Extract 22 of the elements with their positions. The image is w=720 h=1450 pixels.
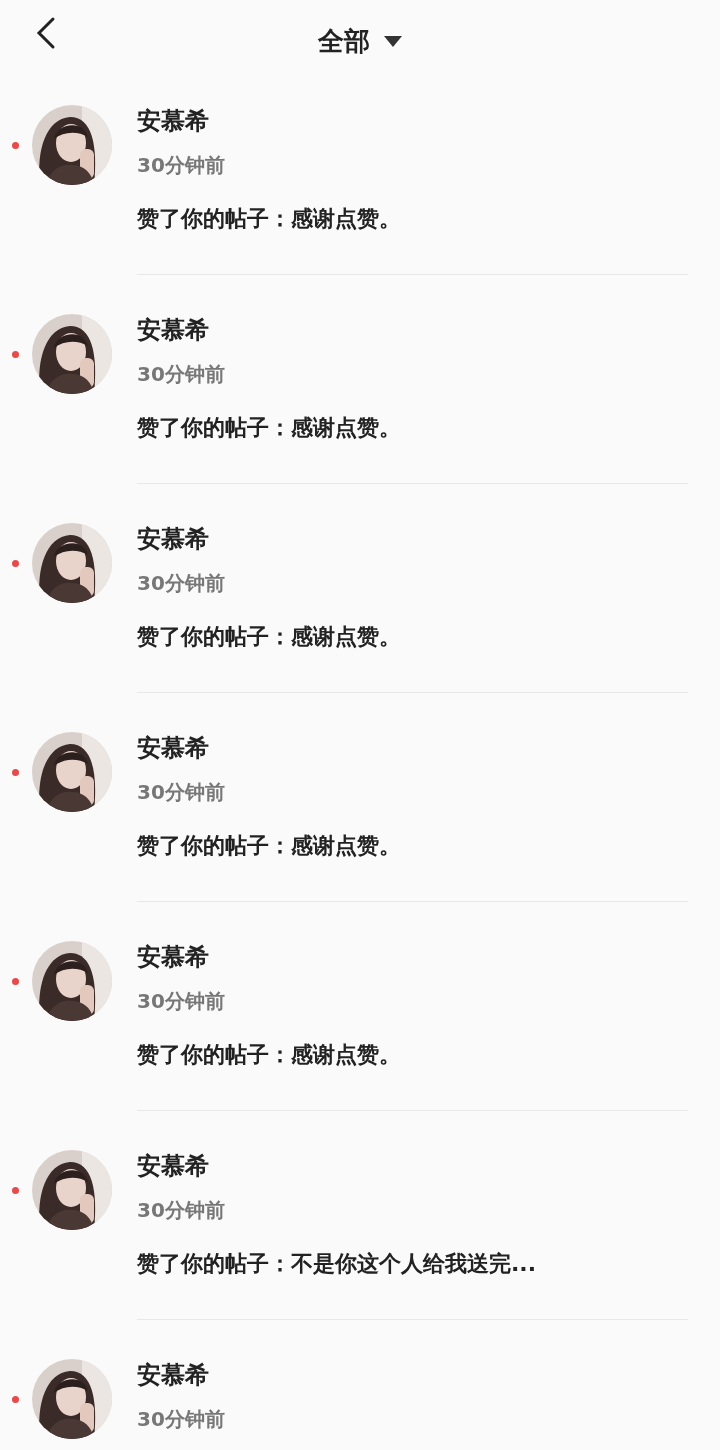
user-name: 安慕希 <box>137 315 210 346</box>
user-name: 安慕希 <box>137 733 210 764</box>
user-name: 安慕希 <box>137 524 210 555</box>
notification-text: 赞了你的帖子：感谢点赞。 <box>137 205 402 233</box>
timestamp: 30分钟前 <box>137 361 226 388</box>
user-name: 安慕希 <box>137 1151 210 1182</box>
user-name: 安慕希 <box>137 1360 210 1391</box>
timestamp: 30分钟前 <box>137 1197 226 1224</box>
user-name: 安慕希 <box>137 942 210 973</box>
timestamp: 30分钟前 <box>137 152 226 179</box>
notification-text: 赞了你的帖子：感谢点赞。 <box>137 1041 402 1069</box>
timestamp: 30分钟前 <box>137 570 226 597</box>
timestamp: 30分钟前 <box>137 1406 226 1433</box>
user-name: 安慕希 <box>137 106 210 137</box>
timestamp: 30分钟前 <box>137 988 226 1015</box>
notification-text: 赞了你的帖子：不是你这个人给我送完... <box>137 1250 538 1278</box>
notification-text: 赞了你的帖子：感谢点赞。 <box>137 623 402 651</box>
filter-dropdown[interactable]: 全部 <box>318 16 402 66</box>
notification-text: 赞了你的帖子：感谢点赞。 <box>137 414 402 442</box>
timestamp: 30分钟前 <box>137 779 226 806</box>
caret-icon <box>384 35 402 47</box>
notification-text: 赞了你的帖子：感谢点赞。 <box>137 832 402 860</box>
